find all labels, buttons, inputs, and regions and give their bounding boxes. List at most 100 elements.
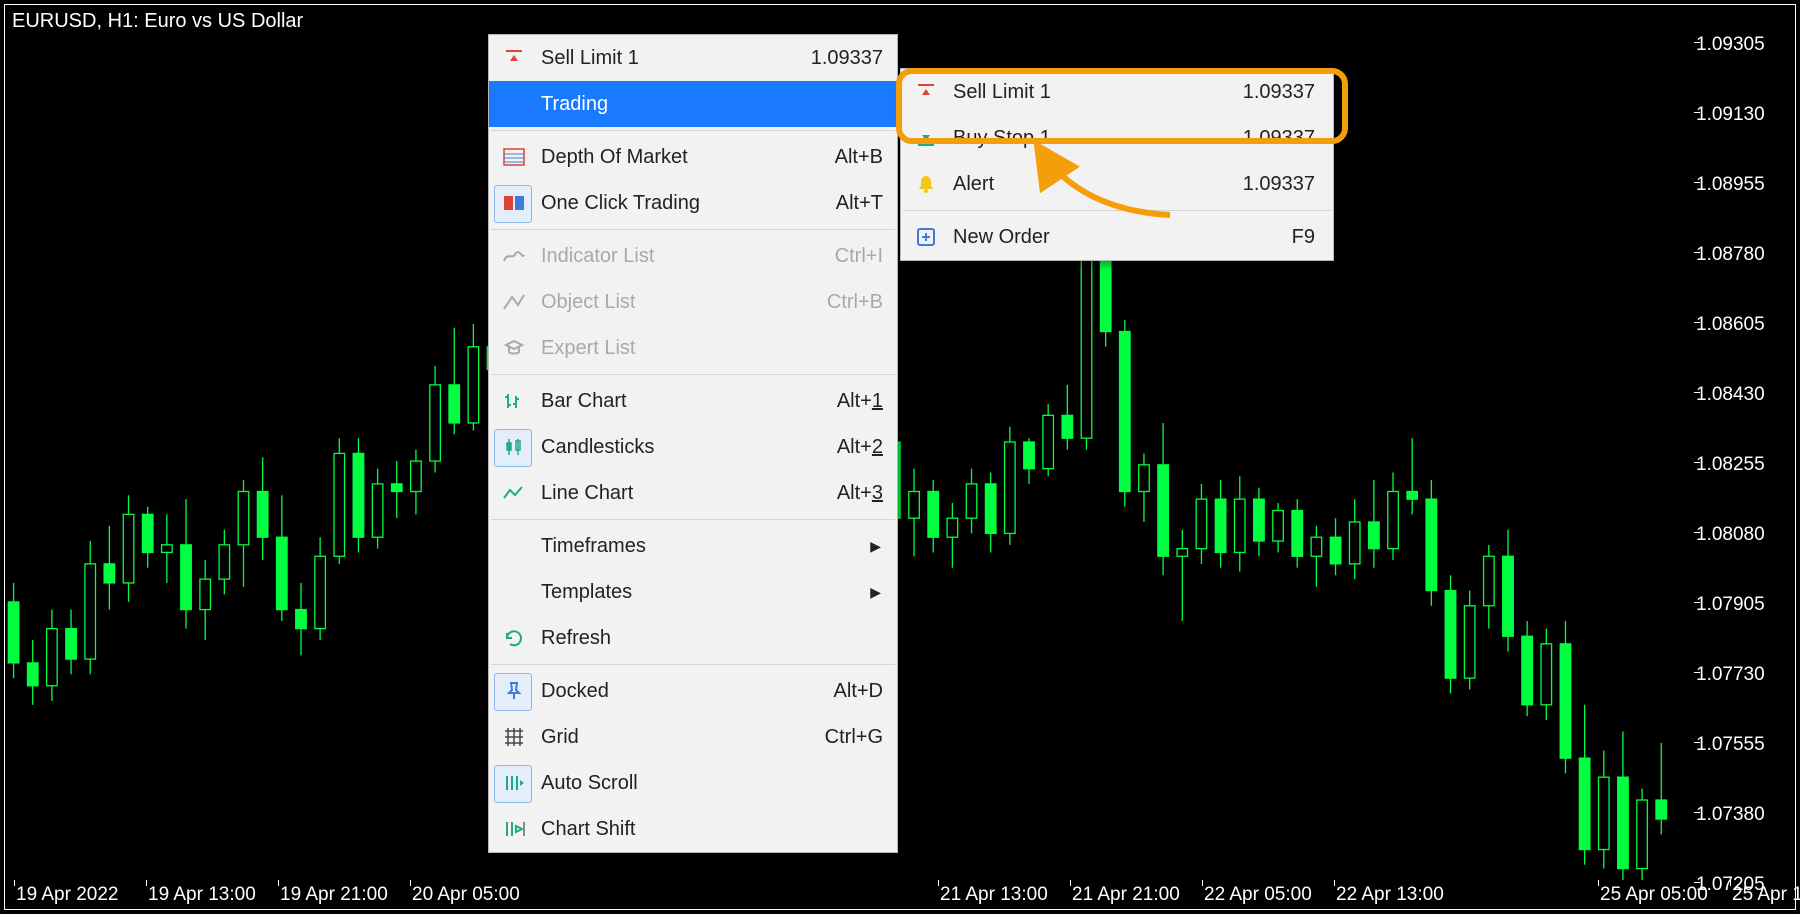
menu-item-label: Depth Of Market	[541, 146, 835, 169]
refresh-icon	[499, 623, 529, 653]
time-tick	[1334, 880, 1335, 886]
menu-item-label: Candlesticks	[541, 436, 837, 459]
menu-item-shortcut: F9	[1292, 226, 1333, 249]
submenu-arrow-icon: ▶	[870, 538, 897, 555]
menu-item-line-chart[interactable]: Line ChartAlt+3	[489, 470, 897, 516]
menu-item-bar-chart[interactable]: Bar ChartAlt+1	[489, 378, 897, 424]
time-tick	[1598, 880, 1599, 886]
menu-item-label: Chart Shift	[541, 818, 897, 841]
menu-item-label: Indicator List	[541, 245, 835, 268]
menu-item-label: Line Chart	[541, 482, 837, 505]
time-tick-label: 22 Apr 13:00	[1336, 884, 1444, 906]
menu-item-candlesticks[interactable]: CandlesticksAlt+2	[489, 424, 897, 470]
menu-item-label: Refresh	[541, 627, 897, 650]
chartshift-icon	[499, 814, 529, 844]
menu-separator	[903, 210, 1331, 211]
indicator-icon	[499, 241, 529, 271]
menu-item-indicator-list: Indicator ListCtrl+I	[489, 233, 897, 279]
menu-item-trading[interactable]: Trading	[489, 81, 897, 127]
sell-limit-icon	[499, 43, 529, 73]
time-tick-label: 19 Apr 21:00	[280, 884, 388, 906]
submenu-item-sub-buy-stop[interactable]: Buy Stop 11.09337	[901, 115, 1333, 161]
expert-icon	[499, 333, 529, 363]
price-tick	[1694, 322, 1700, 323]
menu-item-sell-limit[interactable]: Sell Limit 11.09337	[489, 35, 897, 81]
price-tick	[1694, 672, 1700, 673]
price-tick-label: 1.08605	[1696, 314, 1765, 336]
menu-separator	[491, 130, 895, 131]
time-tick-label: 21 Apr 21:00	[1072, 884, 1180, 906]
time-tick	[278, 880, 279, 886]
menu-item-timeframes[interactable]: Timeframes▶	[489, 523, 897, 569]
menu-item-label: Templates	[541, 581, 870, 604]
menu-item-docked[interactable]: DockedAlt+D	[489, 668, 897, 714]
time-tick-label: 25 Apr 05:00	[1600, 884, 1708, 906]
menu-item-shortcut: 1.09337	[1243, 81, 1333, 104]
plus-icon	[911, 222, 941, 252]
price-axis: 1.093051.091301.089551.087801.086051.084…	[1696, 4, 1794, 884]
menu-item-one-click-trading[interactable]: One Click TradingAlt+T	[489, 180, 897, 226]
bar-chart-icon	[499, 386, 529, 416]
menu-item-label: Docked	[541, 680, 834, 703]
autoscroll-icon	[499, 768, 529, 798]
menu-item-auto-scroll[interactable]: Auto Scroll	[489, 760, 897, 806]
price-tick	[1694, 112, 1700, 113]
price-tick-label: 1.08080	[1696, 524, 1765, 546]
price-tick	[1694, 742, 1700, 743]
menu-item-label: Timeframes	[541, 535, 870, 558]
menu-item-shortcut: Alt+1	[837, 390, 897, 413]
menu-item-label: Auto Scroll	[541, 772, 897, 795]
submenu-item-sub-sell-limit[interactable]: Sell Limit 11.09337	[901, 69, 1333, 115]
submenu-item-sub-alert[interactable]: Alert1.09337	[901, 161, 1333, 207]
submenu-item-sub-new-order[interactable]: New OrderF9	[901, 214, 1333, 260]
price-tick-label: 1.08255	[1696, 454, 1765, 476]
time-tick	[1202, 880, 1203, 886]
menu-item-label: Object List	[541, 291, 827, 314]
menu-item-shortcut: Alt+T	[836, 192, 897, 215]
menu-item-refresh[interactable]: Refresh	[489, 615, 897, 661]
time-tick	[1730, 880, 1731, 886]
menu-separator	[491, 229, 895, 230]
menu-item-depth-of-market[interactable]: Depth Of MarketAlt+B	[489, 134, 897, 180]
price-tick-label: 1.07905	[1696, 594, 1765, 616]
menu-item-shortcut: 1.09337	[811, 47, 897, 70]
menu-item-shortcut: Ctrl+I	[835, 245, 897, 268]
menu-item-chart-shift[interactable]: Chart Shift	[489, 806, 897, 852]
grid-icon	[499, 722, 529, 752]
price-tick	[1694, 392, 1700, 393]
time-tick-label: 19 Apr 13:00	[148, 884, 256, 906]
menu-item-label: Buy Stop 1	[953, 127, 1243, 150]
menu-item-label: Sell Limit 1	[541, 47, 811, 70]
menu-item-shortcut: 1.09337	[1243, 127, 1333, 150]
price-tick	[1694, 532, 1700, 533]
menu-item-label: New Order	[953, 226, 1292, 249]
time-tick-label: 20 Apr 05:00	[412, 884, 520, 906]
one-click-icon	[499, 188, 529, 218]
time-tick-label: 22 Apr 05:00	[1204, 884, 1312, 906]
time-tick	[1070, 880, 1071, 886]
menu-item-shortcut: Alt+2	[837, 436, 897, 459]
pin-icon	[499, 676, 529, 706]
time-tick	[146, 880, 147, 886]
menu-item-shortcut: Alt+D	[834, 680, 897, 703]
menu-item-label: One Click Trading	[541, 192, 836, 215]
menu-item-expert-list: Expert List	[489, 325, 897, 371]
menu-item-grid[interactable]: GridCtrl+G	[489, 714, 897, 760]
candle-icon	[499, 432, 529, 462]
context-menu: Sell Limit 11.09337TradingDepth Of Marke…	[488, 34, 898, 853]
menu-item-object-list: Object ListCtrl+B	[489, 279, 897, 325]
menu-separator	[491, 374, 895, 375]
time-tick-label: 19 Apr 2022	[16, 884, 118, 906]
time-tick-label: 21 Apr 13:00	[940, 884, 1048, 906]
time-tick-label: 25 Apr 13:00	[1732, 884, 1800, 906]
time-tick	[410, 880, 411, 886]
menu-item-shortcut: 1.09337	[1243, 173, 1333, 196]
price-tick-label: 1.07730	[1696, 664, 1765, 686]
depth-icon	[499, 142, 529, 172]
price-tick-label: 1.09305	[1696, 34, 1765, 56]
price-tick-label: 1.08955	[1696, 174, 1765, 196]
menu-item-templates[interactable]: Templates▶	[489, 569, 897, 615]
price-tick-label: 1.07555	[1696, 734, 1765, 756]
sell-limit-icon	[911, 77, 941, 107]
menu-item-shortcut: Ctrl+G	[825, 726, 897, 749]
